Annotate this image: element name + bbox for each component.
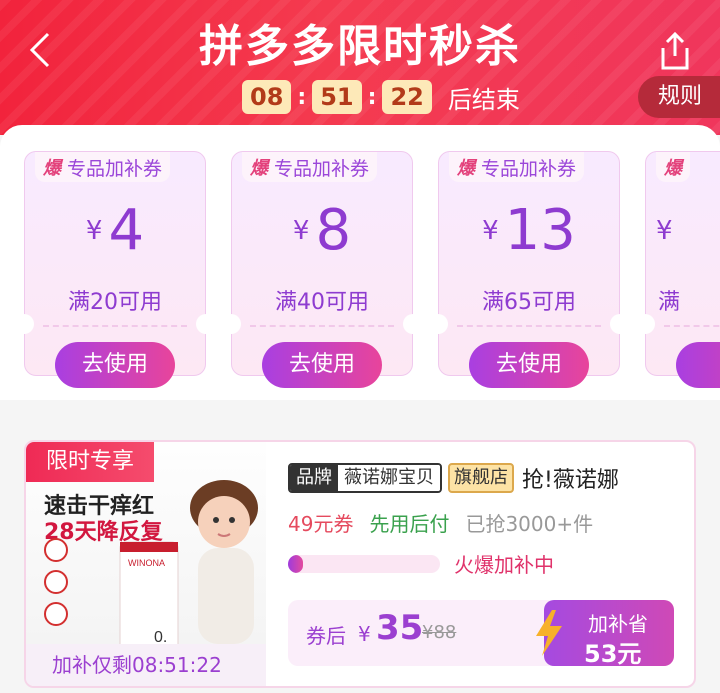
timer-colon: :: [367, 84, 377, 110]
hot-icon: 爆: [43, 158, 61, 179]
lightning-icon: [536, 610, 562, 656]
badge-icon: [44, 602, 68, 626]
coupon-tag: 爆: [656, 152, 690, 182]
coupon-notch: [14, 314, 34, 334]
original-price: ¥88: [422, 622, 457, 643]
coupon-tag: 爆 专品加补券: [449, 152, 585, 182]
progress-bar: [288, 554, 440, 573]
baby-photo: [190, 480, 258, 644]
coupon-value: 13: [504, 198, 576, 263]
coupon-card: 爆 专品加补券 ¥13 满65可用 去使用: [428, 151, 630, 388]
price-currency: ¥: [358, 622, 371, 646]
coupon-tag-label: 专品加补券: [67, 157, 163, 180]
coupon-notch: [403, 314, 423, 334]
coupon-divider: [457, 325, 601, 327]
coupon-card: 爆 专品加补券 ¥4 满20可用 去使用: [14, 151, 216, 388]
product-name: 抢!薇诺娜: [522, 468, 619, 493]
badge-icon: [44, 538, 68, 562]
coupon-condition: 满20可用: [68, 290, 162, 315]
coupon-condition: 满65可用: [482, 290, 576, 315]
coupon-tag: 爆 专品加补券: [242, 152, 378, 182]
progress-fill: [288, 554, 304, 573]
coupon-condition: 满: [658, 290, 681, 315]
badge-icon: [44, 570, 68, 594]
coupon-notch: [221, 314, 241, 334]
coupon-currency: ¥: [482, 216, 499, 246]
coupon-panel: 爆 专品加补券 ¥4 满20可用 去使用 爆 专品加补券 ¥8 满40可用 去使…: [0, 125, 720, 400]
coupon-divider: [250, 325, 394, 327]
save-amount: 53元: [584, 640, 642, 668]
remaining-timer: 加补仅剩08:51:22: [26, 644, 266, 686]
coupon-card-partial: 爆 ¥ 满: [635, 151, 720, 388]
coupon-amount: ¥: [656, 198, 679, 246]
coupon-currency: ¥: [656, 216, 673, 246]
use-coupon-button[interactable]: [676, 342, 720, 388]
certification-badges: [44, 538, 74, 634]
timer-suffix: 后结束: [447, 85, 520, 114]
coupon-amount: ¥13: [439, 198, 619, 263]
coupon-amount: ¥8: [232, 198, 412, 263]
timer-minutes: 51: [312, 80, 362, 114]
progress-row: 火爆加补中: [288, 549, 682, 578]
coupon-tag: 爆 专品加补券: [35, 152, 171, 182]
countdown-timer: 08 : 51 : 22 后结束: [242, 80, 520, 114]
product-title-row: 品牌 薇诺娜宝贝 旗舰店 抢!薇诺娜: [288, 462, 682, 494]
product-info: 品牌 薇诺娜宝贝 旗舰店 抢!薇诺娜 49元券 先用后付 已抢3000+件 火爆…: [288, 462, 682, 578]
coupon-notch: [196, 314, 216, 334]
product-card[interactable]: 限时专享 速击干痒红 28天降反复 WINONA 0. 加补仅剩08:51:22…: [24, 440, 696, 688]
timer-seconds: 22: [382, 80, 432, 114]
product-tube-image: WINONA 0.: [119, 541, 179, 651]
timer-colon: :: [297, 84, 307, 110]
rules-button[interactable]: 规则: [637, 76, 720, 118]
coupon-notch: [428, 314, 448, 334]
coupon-value: 4: [108, 198, 145, 263]
use-coupon-button[interactable]: 去使用: [262, 342, 382, 388]
save-badge[interactable]: 加补省 53元: [536, 600, 674, 668]
coupon-amount: ¥4: [25, 198, 205, 263]
coupon-notch: [635, 314, 655, 334]
pay-later-text: 先用后付: [369, 512, 450, 536]
timer-hours: 08: [242, 80, 292, 114]
brand-name: 薇诺娜宝贝: [338, 465, 440, 491]
page-title: 拼多多限时秒杀: [199, 21, 521, 72]
product-image[interactable]: 限时专享 速击干痒红 28天降反复 WINONA 0. 加补仅剩08:51:22: [26, 442, 266, 686]
coupon-condition: 满40可用: [275, 290, 369, 315]
price-value: 35: [376, 608, 424, 648]
coupon-currency: ¥: [292, 216, 310, 246]
price-label: 券后: [306, 624, 346, 648]
use-coupon-button[interactable]: 去使用: [55, 342, 175, 388]
share-icon[interactable]: [652, 28, 698, 74]
coupon-divider: [664, 325, 720, 327]
coupon-divider: [43, 325, 187, 327]
flagship-badge: 旗舰店: [448, 463, 514, 493]
hot-icon: 爆: [457, 158, 475, 179]
coupon-tag-label: 专品加补券: [274, 157, 370, 180]
limited-ribbon: 限时专享: [26, 442, 154, 482]
use-coupon-button[interactable]: 去使用: [469, 342, 589, 388]
product-meta: 49元券 先用后付 已抢3000+件: [288, 508, 682, 537]
brand-badge: 品牌 薇诺娜宝贝: [288, 463, 442, 493]
hot-icon: 爆: [664, 158, 682, 179]
header: 拼多多限时秒杀 08 : 51 : 22 后结束 规则: [0, 0, 720, 135]
coupon-notch: [610, 314, 630, 334]
coupon-text: 49元券: [288, 512, 354, 536]
sold-count: 已抢3000+件: [465, 512, 594, 536]
coupon-card: 爆 专品加补券 ¥8 满40可用 去使用: [221, 151, 423, 388]
coupon-currency: ¥: [85, 216, 103, 246]
brand-label: 品牌: [290, 465, 338, 491]
coupon-value: 8: [315, 198, 352, 263]
save-label: 加补省: [588, 612, 648, 636]
svg-text:WINONA: WINONA: [128, 558, 165, 568]
hot-icon: 爆: [250, 158, 268, 179]
progress-text: 火爆加补中: [454, 553, 554, 577]
coupon-tag-label: 专品加补券: [481, 157, 577, 180]
price-bar[interactable]: 券后 ¥ 35 ¥88 加补省 53元: [288, 600, 674, 668]
